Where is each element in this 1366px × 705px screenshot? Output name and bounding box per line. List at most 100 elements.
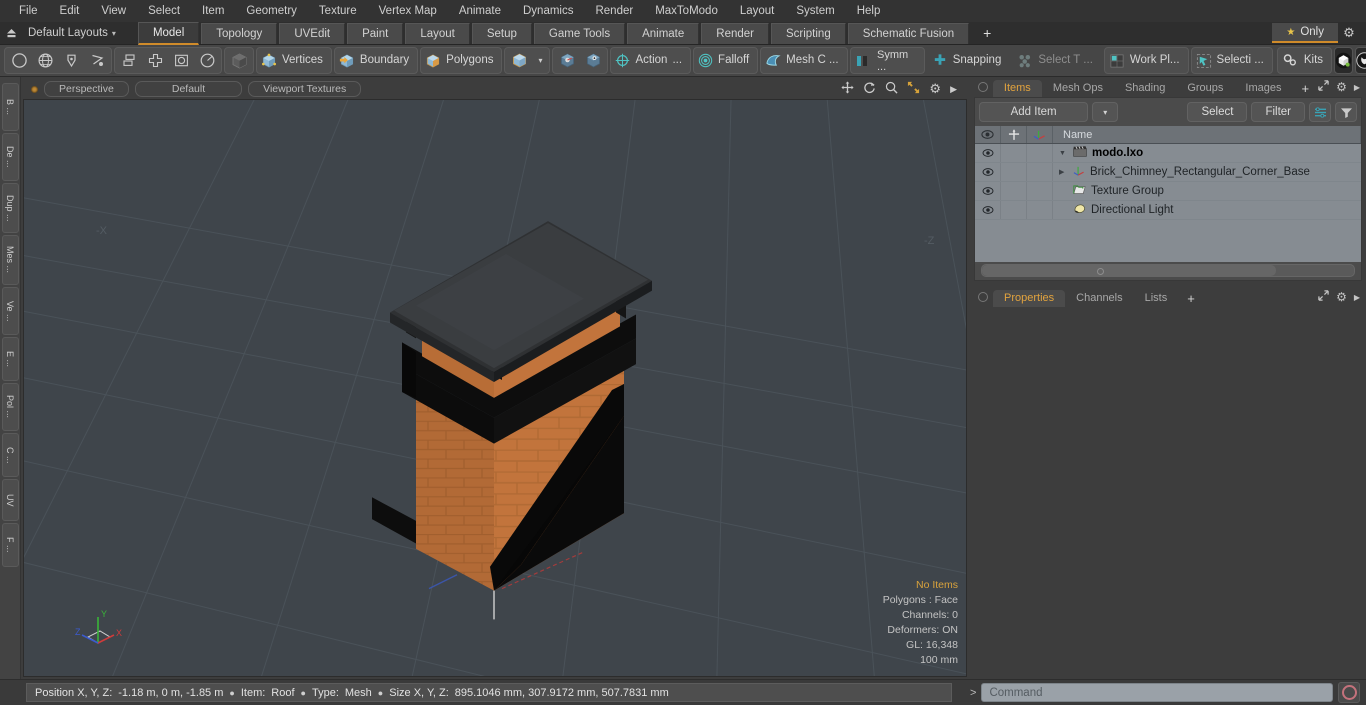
twirl-down-icon[interactable]: ▼ <box>1059 150 1068 157</box>
play-arrow-icon[interactable]: ▶ <box>950 84 957 95</box>
tab-shading[interactable]: Shading <box>1114 80 1176 97</box>
pen-icon[interactable] <box>58 49 84 72</box>
twirl-right-icon[interactable]: ▶ <box>1059 168 1068 176</box>
list-options-icon[interactable] <box>1309 102 1331 122</box>
add-item-dropdown[interactable]: ▾ <box>1092 102 1119 122</box>
table-row[interactable]: ▶ Brick_Chimney_Rectangular_Corner_Base <box>975 163 1361 182</box>
row-visibility-toggle[interactable] <box>975 163 1001 181</box>
chevron-down-icon[interactable]: ▾ <box>532 56 548 65</box>
menu-item-system[interactable]: System <box>785 0 845 22</box>
row-name-cell[interactable]: Directional Light <box>1053 203 1361 217</box>
column-name-header[interactable]: Name <box>1053 126 1361 143</box>
layout-tab-topology[interactable]: Topology <box>201 22 278 44</box>
left-tab-edge[interactable]: E ... <box>1 337 19 381</box>
globe-icon[interactable] <box>32 49 58 72</box>
properties-panel-body[interactable] <box>974 307 1362 679</box>
row-name-cell[interactable]: ▶ Brick_Chimney_Rectangular_Corner_Base <box>1053 165 1361 179</box>
item-tree-empty-area[interactable] <box>975 220 1361 262</box>
layout-tab-uvedit[interactable]: UVEdit <box>279 22 346 44</box>
add-properties-tab-button[interactable]: + <box>1178 290 1204 307</box>
menu-item-file[interactable]: File <box>8 0 49 22</box>
menu-item-view[interactable]: View <box>90 0 137 22</box>
3d-viewport[interactable]: -X -Z No Items Polygons: Face Channels:… <box>23 99 967 677</box>
select-through-button[interactable]: Select T ... <box>1012 47 1102 74</box>
command-input[interactable]: Command <box>981 683 1333 702</box>
row-visibility-toggle[interactable] <box>975 182 1001 200</box>
cube-axis2-icon[interactable] <box>580 49 606 72</box>
cube-axis-icon[interactable] <box>554 49 580 72</box>
add-item-button[interactable]: Add Item <box>979 102 1089 122</box>
arrow-right-icon[interactable]: ▶ <box>1354 293 1360 302</box>
mesh-constraint-button[interactable]: Mesh C ... <box>760 47 848 74</box>
row-name-cell[interactable]: Texture Group <box>1053 184 1361 198</box>
gear-icon[interactable]: ⚙ <box>1338 25 1360 41</box>
kits-button[interactable]: Kits <box>1276 47 1333 74</box>
action-center-button[interactable]: Action ... <box>610 47 692 74</box>
plus-frame-icon[interactable] <box>142 49 168 72</box>
menu-item-item[interactable]: Item <box>191 0 235 22</box>
gear-icon[interactable]: ⚙ <box>1336 290 1347 304</box>
bezier-icon[interactable] <box>84 49 110 72</box>
layout-tab-layout[interactable]: Layout <box>405 22 470 44</box>
table-row[interactable]: Texture Group <box>975 182 1361 201</box>
selection-sets-button[interactable]: Selecti ... <box>1190 47 1273 74</box>
layout-selector[interactable]: Default Layouts ▾ <box>22 27 126 39</box>
circle-icon[interactable] <box>6 49 32 72</box>
layout-tab-setup[interactable]: Setup <box>471 22 532 44</box>
layout-tab-render[interactable]: Render <box>701 22 769 44</box>
select-button[interactable]: Select <box>1187 102 1248 122</box>
cube-icon[interactable] <box>506 49 532 72</box>
arrow-right-icon[interactable]: ▶ <box>1354 83 1360 92</box>
selection-mode-vertices[interactable]: Vertices <box>256 47 332 74</box>
layout-tab-model[interactable]: Model <box>137 21 200 45</box>
viewport-shading-selector[interactable]: Viewport Textures <box>248 81 362 97</box>
modo-cube-icon[interactable] <box>1334 47 1354 74</box>
only-toggle-button[interactable]: ★ Only <box>1272 23 1338 43</box>
fit-icon[interactable] <box>907 81 920 97</box>
left-tab-vertex[interactable]: Ve ... <box>1 287 19 335</box>
filter-button[interactable]: Filter <box>1251 102 1305 122</box>
tab-images[interactable]: Images <box>1234 80 1292 97</box>
left-tab-duplicate[interactable]: Dup ... <box>1 183 19 233</box>
expand-icon[interactable] <box>1318 80 1329 94</box>
layout-tab-scripting[interactable]: Scripting <box>770 22 846 44</box>
left-tab-mesh-edit[interactable]: Mes ... <box>1 235 19 285</box>
layout-tab-schematic-fusion[interactable]: Schematic Fusion <box>847 22 970 44</box>
column-visibility[interactable] <box>975 126 1001 143</box>
selection-mode-boundary[interactable]: Boundary <box>333 47 419 74</box>
row-visibility-toggle[interactable] <box>975 201 1001 219</box>
expand-icon[interactable] <box>1318 290 1329 304</box>
layout-tab-animate[interactable]: Animate <box>627 22 700 44</box>
home-up-icon[interactable] <box>0 23 22 43</box>
tab-properties[interactable]: Properties <box>993 290 1066 307</box>
panel-menu-dot[interactable] <box>978 292 988 302</box>
snapping-button[interactable]: Snapping <box>927 47 1011 74</box>
horizontal-scrollbar[interactable] <box>981 264 1355 277</box>
menu-item-texture[interactable]: Texture <box>308 0 368 22</box>
symmetry-label[interactable]: Symm ... <box>873 49 923 73</box>
tab-groups[interactable]: Groups <box>1176 80 1234 97</box>
gear-icon[interactable]: ⚙ <box>1336 80 1347 94</box>
unreal-engine-icon[interactable] <box>1355 47 1366 74</box>
add-panel-tab-button[interactable]: + <box>1292 80 1318 97</box>
clock-icon[interactable] <box>194 49 220 72</box>
menu-item-edit[interactable]: Edit <box>49 0 91 22</box>
gear-icon[interactable]: ⚙ <box>929 81 941 97</box>
left-tab-deform[interactable]: De ... <box>1 133 19 181</box>
menu-item-animate[interactable]: Animate <box>448 0 512 22</box>
stack-icon[interactable] <box>116 49 142 72</box>
tab-mesh-ops[interactable]: Mesh Ops <box>1042 80 1114 97</box>
row-visibility-toggle[interactable] <box>975 144 1001 162</box>
row-name-cell[interactable]: ▼ modo.lxo <box>1053 146 1361 160</box>
left-tab-fusion[interactable]: F ... <box>1 523 19 567</box>
viewport-active-dot[interactable] <box>31 85 38 93</box>
menu-item-dynamics[interactable]: Dynamics <box>512 0 584 22</box>
menu-item-maxtomodo[interactable]: MaxToModo <box>644 0 729 22</box>
square-in-square-icon[interactable] <box>168 49 194 72</box>
layout-tab-paint[interactable]: Paint <box>347 22 404 44</box>
left-tab-basic[interactable]: B ... <box>1 83 19 131</box>
tab-lists[interactable]: Lists <box>1134 290 1179 307</box>
column-axis[interactable] <box>1027 126 1053 143</box>
table-row[interactable]: ▼ modo.lxo <box>975 144 1361 163</box>
scrollbar-thumb[interactable] <box>982 265 1276 276</box>
